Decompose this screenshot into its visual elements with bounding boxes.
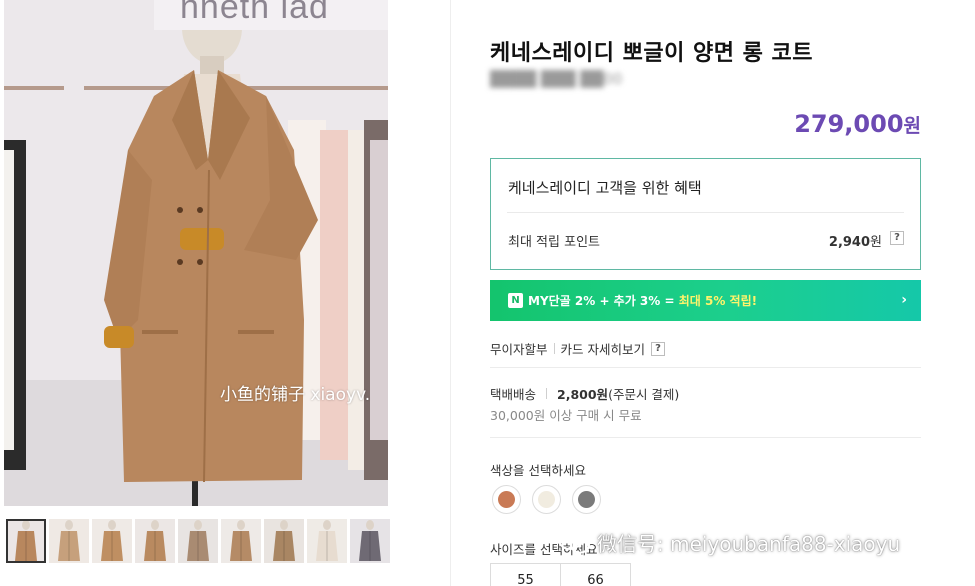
product-price: 279,000원 [794,110,921,138]
section-divider [490,367,921,368]
thumbnail-image [307,519,347,563]
my-regular-promo-banner[interactable]: N MY단골 2% + 추가 3% = 최대 5% 적립! › [490,280,921,321]
card-details-link[interactable]: 카드 자세히보기 [561,339,645,358]
naver-n-icon: N [508,293,523,308]
wechat-id-text: 微信号: meiyoubanfa88-xiaoyu [597,531,901,556]
thumbnail-image [221,519,261,563]
benefit-box: 케네스레이디 고객을 위한 혜택 최대 적립 포인트 2,940원 ? [490,158,921,270]
thumbnail-2[interactable] [49,519,89,563]
chevron-right-icon: › [901,292,907,308]
benefit-title: 케네스레이디 고객을 위한 혜택 [508,179,702,197]
coat-photo-illustration [4,0,388,506]
point-amount: 2,940 [828,235,871,250]
thumbnail-7[interactable] [264,519,304,563]
point-help-icon[interactable]: ? [890,231,904,245]
size-options: 55 66 [490,563,631,586]
installment-divider [553,343,555,354]
free-shipping-condition: 30,000원 이상 구매 시 무료 [490,408,642,423]
thumbnail-4[interactable] [135,519,175,563]
color-swatch-camel[interactable] [492,485,521,514]
shipping-label: 택배배송 [490,387,537,402]
benefit-divider [507,212,904,213]
shipping-fee-note: (주문시 결제) [608,387,680,402]
installment-label: 무이자할부 [490,342,548,357]
promo-text: MY단골 2% + 추가 3% = 최대 5% 적립! [528,292,757,309]
thumbnail-6[interactable] [221,519,261,563]
size-option-55[interactable]: 55 [490,563,561,586]
thumbnail-image [92,519,132,563]
product-sku-blurred: ████ ███ ██00 [490,70,623,88]
size-option-66[interactable]: 66 [560,563,631,586]
wechat-watermark: 微信号: meiyoubanfa88-xiaoyu [557,526,900,558]
column-divider [450,0,451,586]
shipping-row: 택배배송 2,800원 (주문시 결제) [490,384,679,403]
promo-text-main: MY단골 2% + 추가 3% = [528,294,679,308]
point-unit: 원 [870,235,882,250]
shipping-fee: 2,800원 [557,387,609,402]
swatch-fill [498,491,515,508]
section-divider [490,437,921,438]
thumbnail-9[interactable] [350,519,390,563]
thumbnail-image [135,519,175,563]
main-product-photo[interactable]: nneth lad 小鱼的铺子 xiaoyv. [4,0,388,506]
installment-help-icon[interactable]: ? [651,341,665,356]
thumbnail-8[interactable] [307,519,347,563]
max-point-value: 2,940원 [829,231,882,250]
installment-row: 무이자할부 카드 자세히보기 ? [490,339,665,358]
promo-text-highlight: 최대 5% 적립! [678,294,758,308]
product-gallery: nneth lad 小鱼的铺子 xiaoyv. [0,0,450,586]
shipping-divider [546,388,548,399]
thumbnail-image [6,519,46,563]
thumbnail-5[interactable] [178,519,218,563]
wechat-icon [558,530,590,554]
photo-watermark: 小鱼的铺子 xiaoyv. [220,385,371,405]
thumbnail-image [264,519,304,563]
color-select-label: 색상을 선택하세요 [490,463,586,478]
max-point-label: 최대 적립 포인트 [508,235,600,250]
thumbnail-3[interactable] [92,519,132,563]
swatch-fill [538,491,555,508]
color-swatch-ivory[interactable] [532,485,561,514]
color-swatches [492,485,601,514]
thumbnail-image [49,519,89,563]
color-swatch-gray[interactable] [572,485,601,514]
store-sign-text: nneth lad [180,0,329,26]
swatch-fill [578,491,595,508]
thumbnail-strip [6,519,390,563]
thumbnail-image [350,519,390,563]
product-title: 케네스레이디 뽀글이 양면 롱 코트 [490,41,813,66]
thumbnail-image [178,519,218,563]
price-amount: 279,000 [794,110,904,138]
thumbnail-1[interactable] [6,519,46,563]
price-unit: 원 [903,115,921,137]
